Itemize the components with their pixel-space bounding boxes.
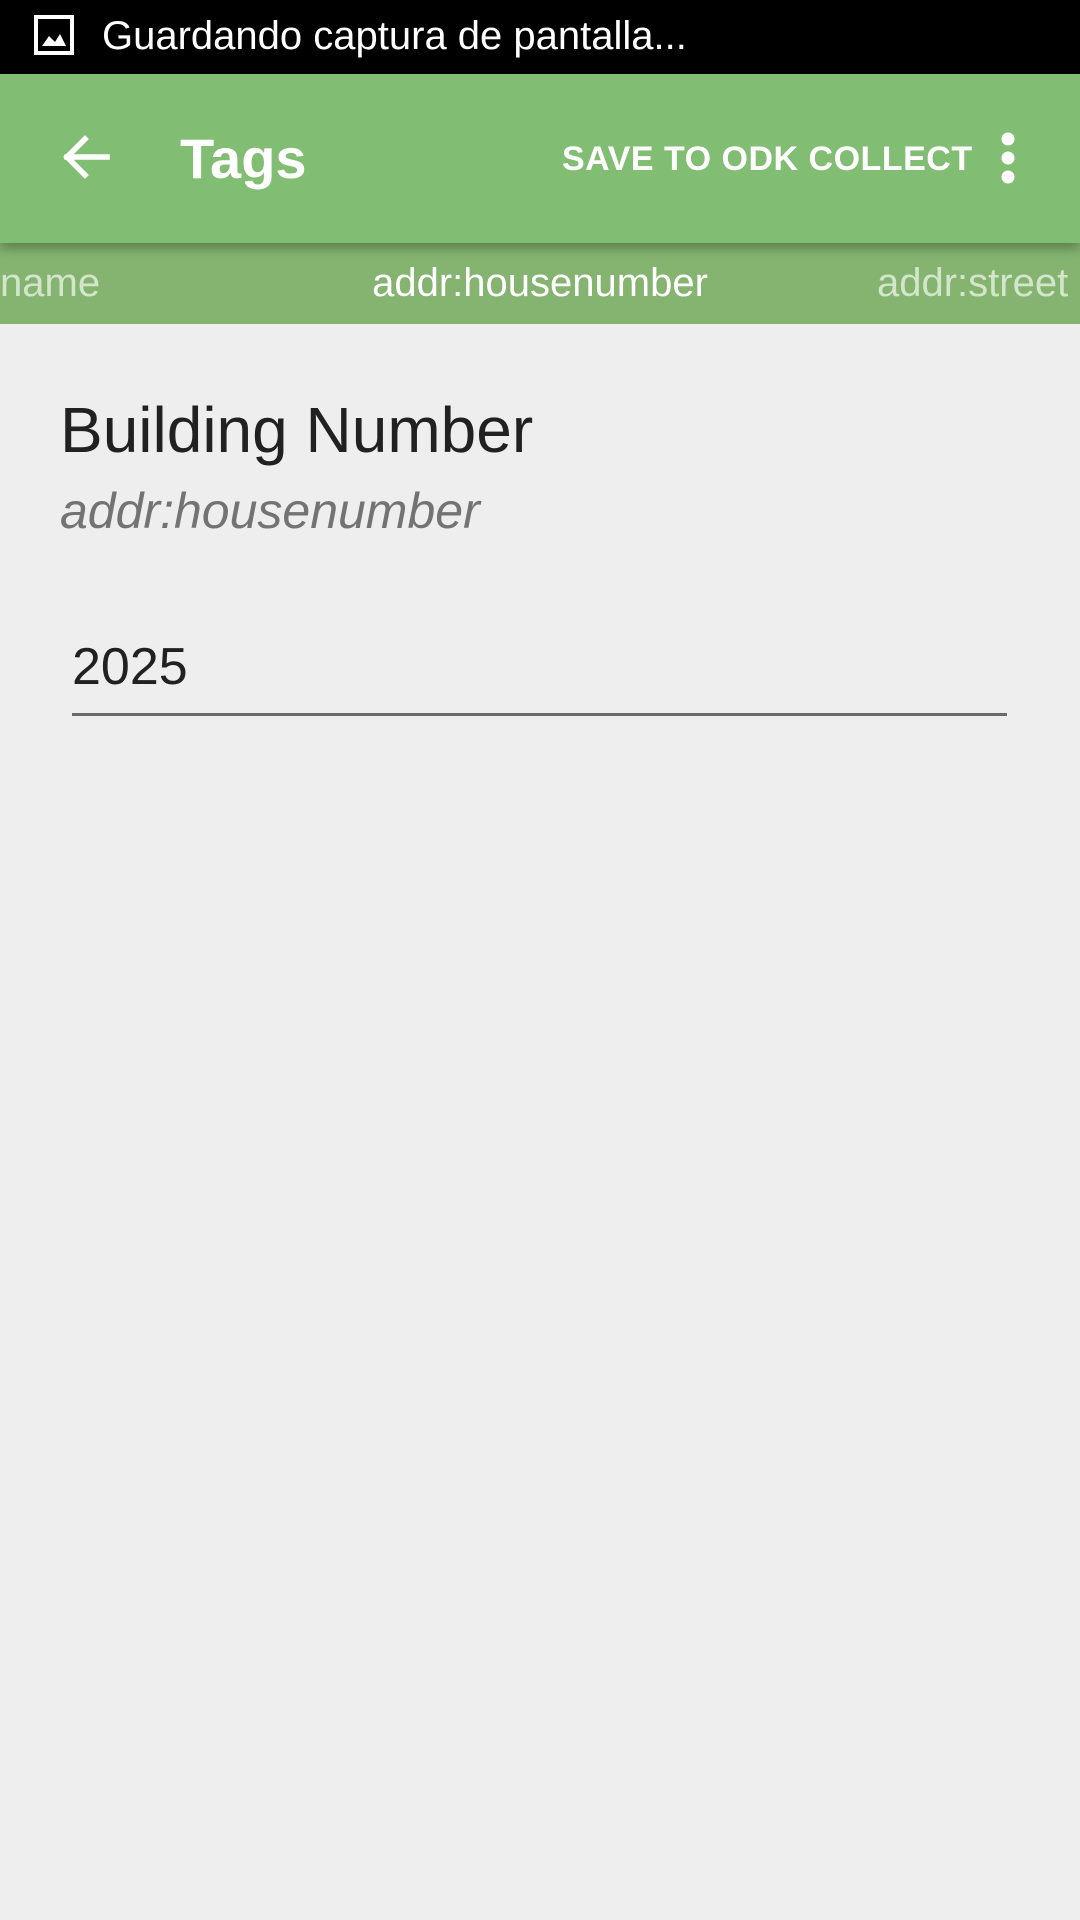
status-notification-text: Guardando captura de pantalla... xyxy=(102,14,687,58)
back-button[interactable] xyxy=(42,116,128,202)
field-tag-key: addr:housenumber xyxy=(60,483,480,539)
tag-tab-strip: addr:housenumber name addr:street xyxy=(0,243,1080,324)
field-title: Building Number xyxy=(60,394,534,466)
tab-addr-street[interactable]: addr:street xyxy=(877,243,1068,324)
tab-name[interactable]: name xyxy=(0,243,100,324)
save-to-odk-collect-button[interactable]: SAVE TO ODK COLLECT xyxy=(548,122,987,196)
building-number-input[interactable] xyxy=(72,620,1007,716)
status-bar: Guardando captura de pantalla... xyxy=(0,0,1080,74)
more-vert-icon xyxy=(1000,132,1016,189)
page-title: Tags xyxy=(180,127,307,190)
overflow-menu-button[interactable] xyxy=(984,128,1032,192)
arrow-back-icon xyxy=(59,131,111,188)
app-bar: Tags SAVE TO ODK COLLECT xyxy=(0,74,1080,243)
image-icon xyxy=(34,15,74,55)
